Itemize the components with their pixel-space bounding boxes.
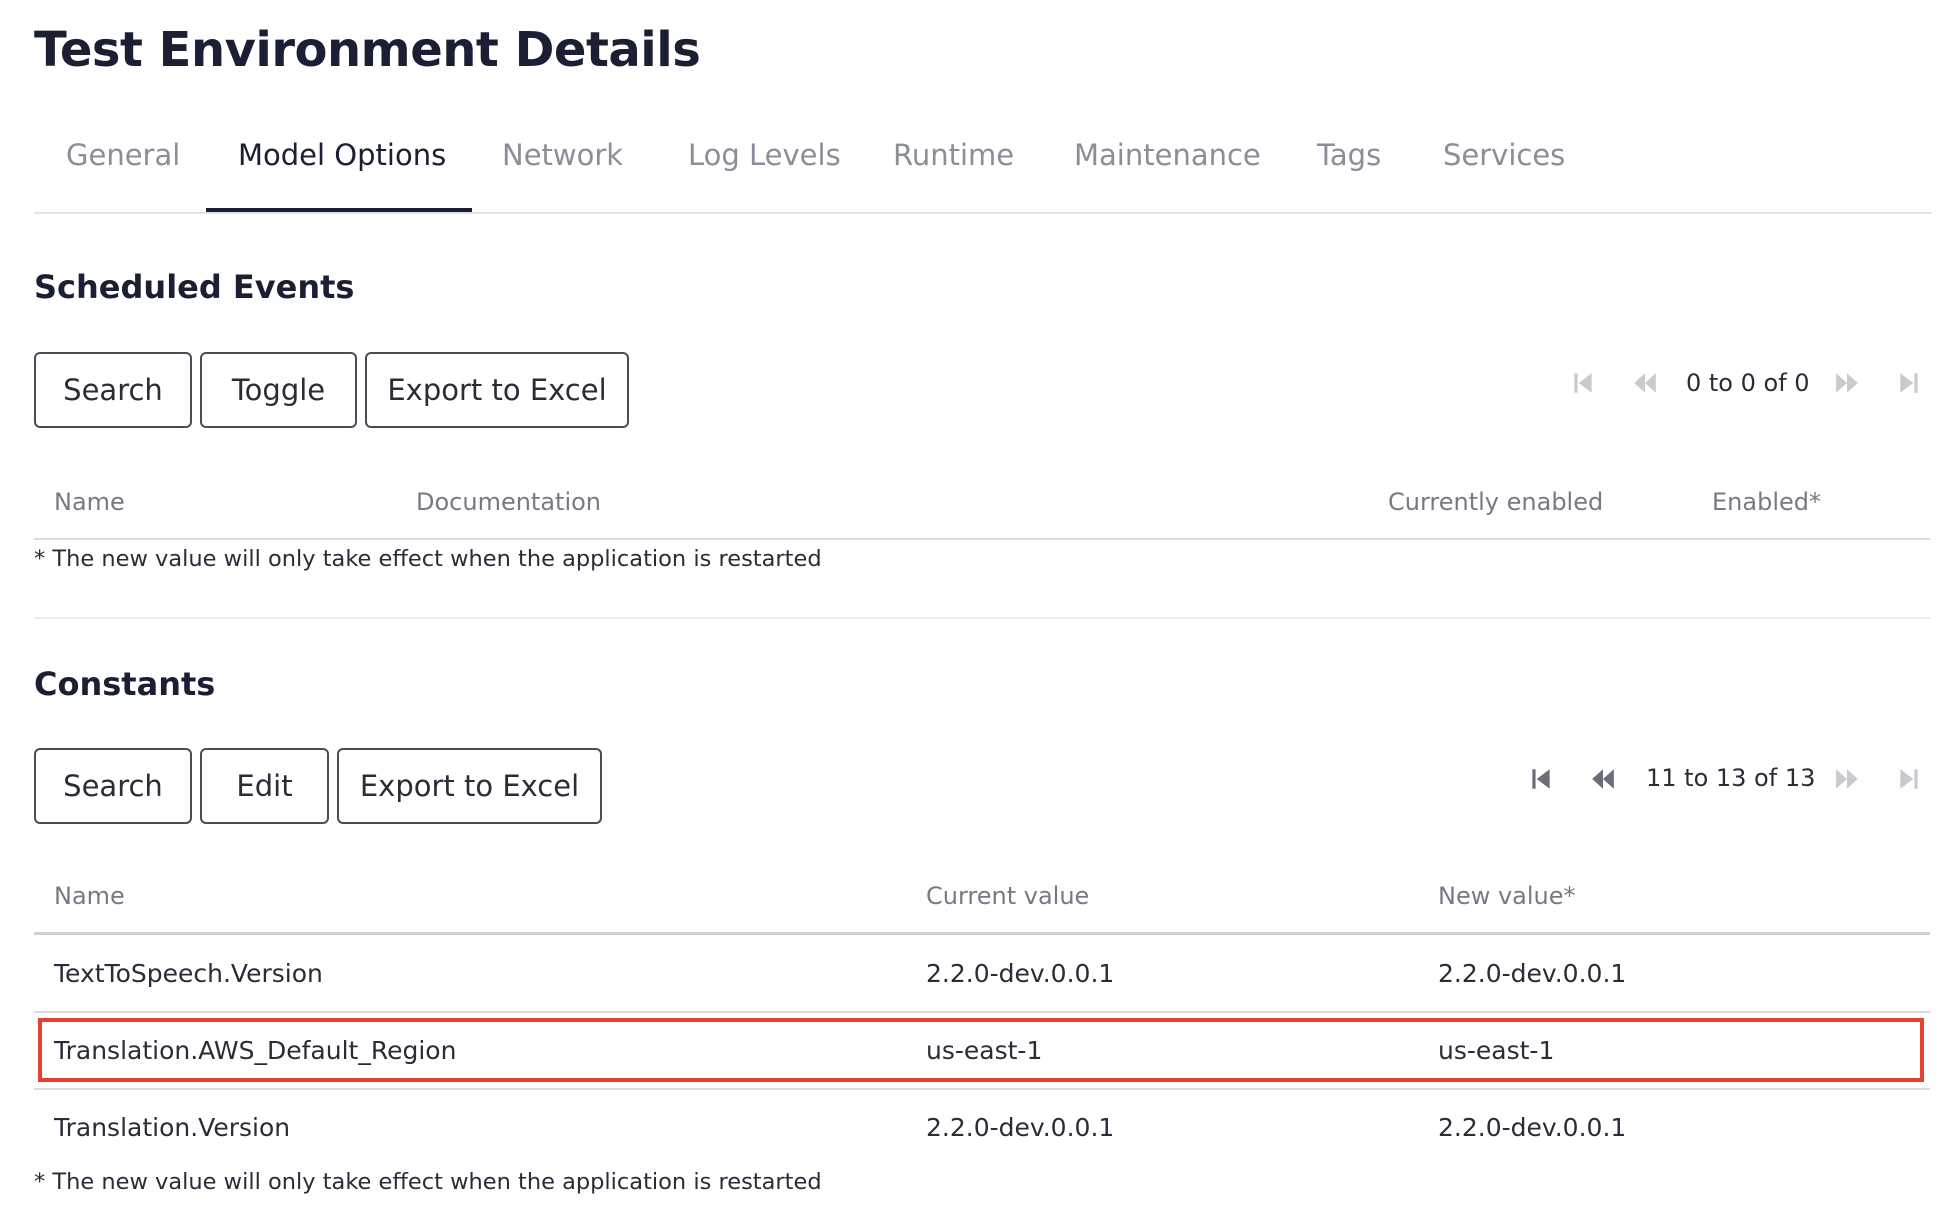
constant-new-value: 2.2.0-dev.0.0.1	[1438, 959, 1627, 988]
constants-col-name[interactable]: Name	[54, 882, 125, 910]
constant-new-value: 2.2.0-dev.0.0.1	[1438, 1113, 1627, 1142]
scheduled-search-button[interactable]: Search	[34, 352, 192, 428]
first-page-icon[interactable]	[1570, 370, 1596, 396]
tab-maintenance[interactable]: Maintenance	[1074, 138, 1261, 172]
previous-page-icon[interactable]	[1632, 370, 1658, 396]
scheduled-col-name[interactable]: Name	[54, 488, 125, 516]
divider	[34, 1088, 1930, 1090]
constants-col-new-value[interactable]: New value*	[1438, 882, 1576, 910]
first-page-icon[interactable]	[1528, 766, 1554, 792]
tab-tags[interactable]: Tags	[1317, 138, 1381, 172]
scheduled-toggle-button[interactable]: Toggle	[200, 352, 357, 428]
constants-export-button[interactable]: Export to Excel	[337, 748, 602, 824]
divider	[34, 538, 1930, 540]
last-page-icon[interactable]	[1896, 370, 1922, 396]
constant-name: Translation.Version	[54, 1113, 291, 1142]
scheduled-col-enabled[interactable]: Enabled*	[1712, 488, 1821, 516]
next-page-icon[interactable]	[1834, 766, 1860, 792]
scheduled-pager-status: 0 to 0 of 0	[1686, 369, 1810, 397]
constant-current-value: 2.2.0-dev.0.0.1	[926, 959, 1115, 988]
constant-name: TextToSpeech.Version	[54, 959, 323, 988]
scheduled-events-title: Scheduled Events	[34, 268, 355, 306]
constants-col-current-value[interactable]: Current value	[926, 882, 1089, 910]
divider	[34, 617, 1930, 619]
tab-runtime[interactable]: Runtime	[893, 138, 1014, 172]
tab-log-levels[interactable]: Log Levels	[688, 138, 841, 172]
constant-current-value: 2.2.0-dev.0.0.1	[926, 1113, 1115, 1142]
tab-services[interactable]: Services	[1443, 138, 1565, 172]
row-highlight-box	[38, 1018, 1924, 1082]
constants-edit-button[interactable]: Edit	[200, 748, 329, 824]
divider	[34, 1011, 1930, 1013]
next-page-icon[interactable]	[1834, 370, 1860, 396]
tab-model-options[interactable]: Model Options	[238, 138, 446, 172]
constants-pager-status: 11 to 13 of 13	[1646, 764, 1816, 792]
constants-restart-note: * The new value will only take effect wh…	[34, 1169, 822, 1195]
scheduled-export-button[interactable]: Export to Excel	[365, 352, 629, 428]
tab-general[interactable]: General	[66, 138, 180, 172]
scheduled-col-currently-enabled[interactable]: Currently enabled	[1388, 488, 1603, 516]
active-tab-indicator	[206, 208, 472, 212]
constants-title: Constants	[34, 665, 216, 703]
scheduled-col-documentation[interactable]: Documentation	[416, 488, 601, 516]
scheduled-restart-note: * The new value will only take effect wh…	[34, 546, 822, 572]
previous-page-icon[interactable]	[1590, 766, 1616, 792]
divider	[34, 932, 1930, 935]
tab-network[interactable]: Network	[502, 138, 623, 172]
tab-bar: General Model Options Network Log Levels…	[34, 108, 1932, 214]
constants-search-button[interactable]: Search	[34, 748, 192, 824]
page-title: Test Environment Details	[34, 22, 701, 78]
last-page-icon[interactable]	[1896, 766, 1922, 792]
